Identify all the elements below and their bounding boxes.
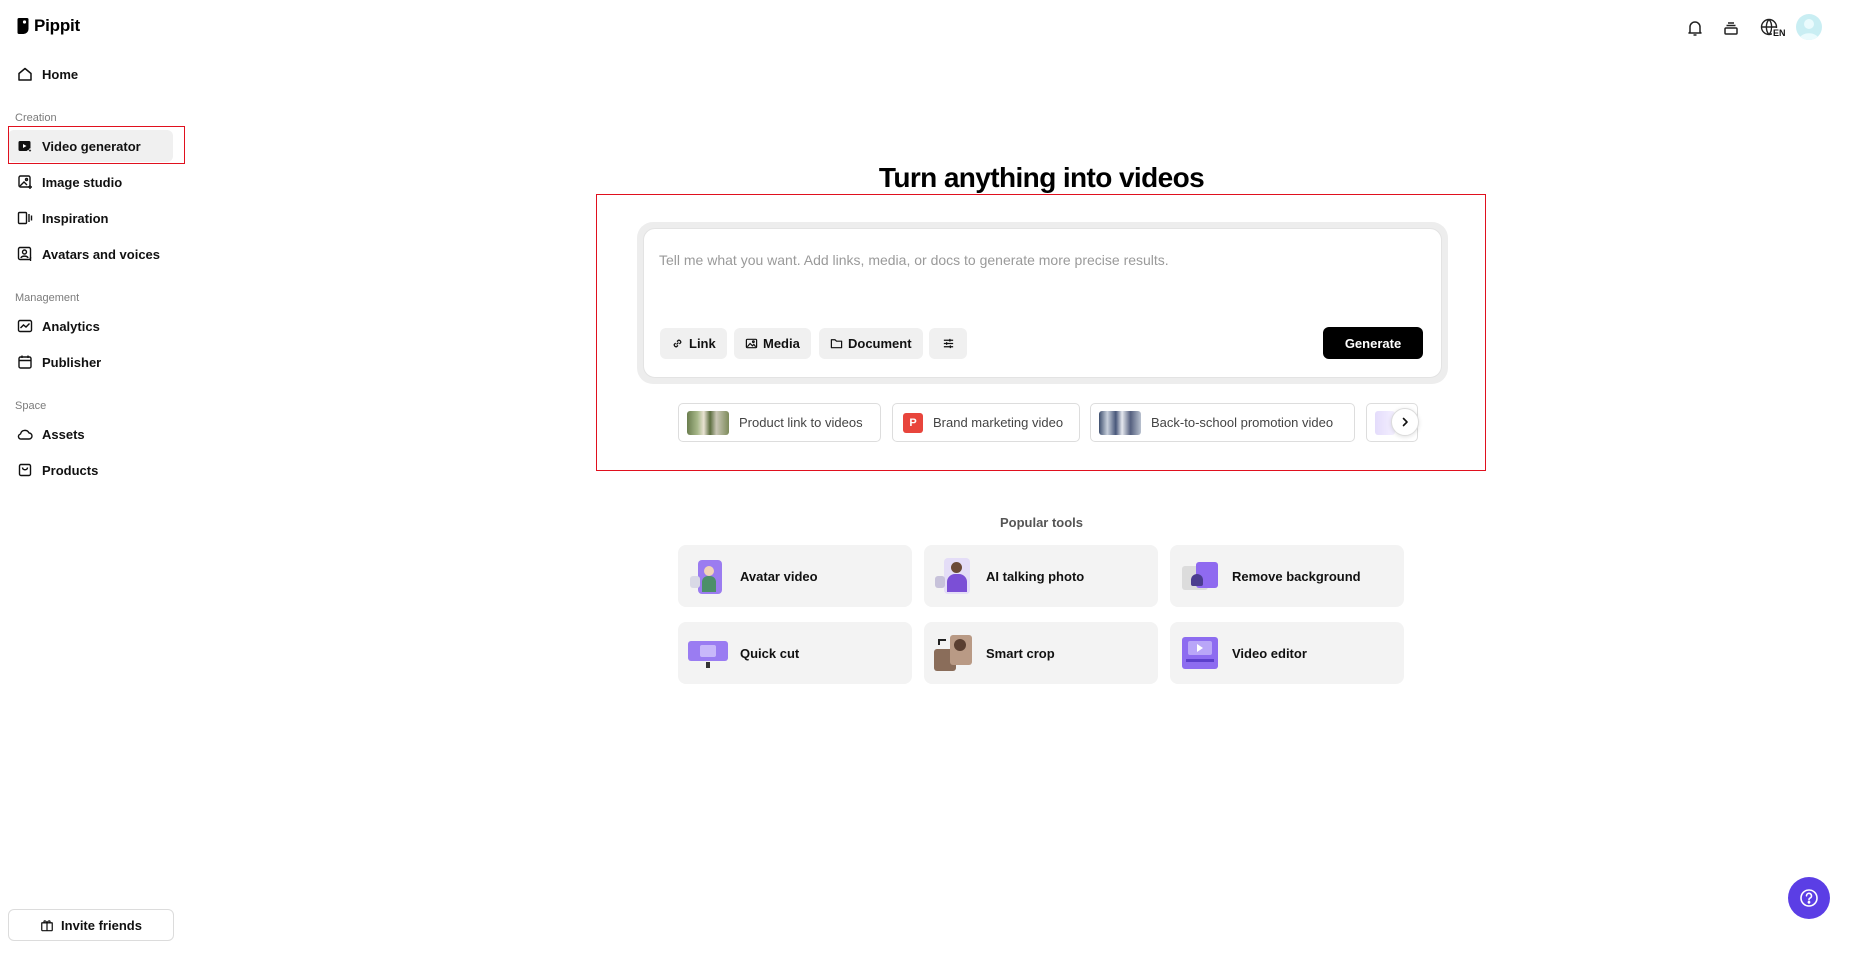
suggestion-thumbnail bbox=[687, 410, 729, 435]
tool-avatar-video[interactable]: Avatar video bbox=[678, 545, 912, 607]
tool-ai-talking-photo[interactable]: AI talking photo bbox=[924, 545, 1158, 607]
sidebar-item-products[interactable]: Products bbox=[8, 454, 173, 486]
sidebar-item-label: Video generator bbox=[42, 138, 141, 154]
prompt-input[interactable] bbox=[659, 248, 1419, 272]
app-root: Pippit Home Creation Video generator Ima… bbox=[0, 0, 1866, 956]
inspiration-icon bbox=[17, 211, 33, 225]
language-label: EN bbox=[1772, 28, 1787, 38]
sidebar-item-label: Assets bbox=[42, 426, 85, 442]
brand-badge: P bbox=[903, 412, 923, 433]
sliders-icon bbox=[943, 338, 953, 349]
sidebar-item-label: Home bbox=[42, 66, 79, 82]
suggestion-label: Product link to videos bbox=[739, 415, 863, 430]
sidebar-item-assets[interactable]: Assets bbox=[8, 418, 173, 450]
suggestion-label: Brand marketing video bbox=[933, 415, 1064, 430]
suggestion-label: Back-to-school promotion video bbox=[1151, 415, 1334, 430]
section-label-creation: Creation bbox=[15, 112, 57, 124]
avatar[interactable] bbox=[1796, 14, 1822, 40]
tool-label: Video editor bbox=[1232, 645, 1307, 661]
quick-cut-icon bbox=[688, 633, 728, 673]
page-title: Turn anything into videos bbox=[878, 162, 1205, 193]
tool-smart-crop[interactable]: Smart crop bbox=[924, 622, 1158, 684]
suggestions-next-button[interactable] bbox=[1391, 408, 1419, 436]
calendar-icon bbox=[18, 355, 32, 369]
sidebar-item-video-generator[interactable]: Video generator bbox=[8, 130, 173, 162]
tool-video-editor[interactable]: Video editor bbox=[1170, 622, 1404, 684]
smart-crop-icon bbox=[934, 633, 974, 673]
sidebar-item-label: Inspiration bbox=[42, 210, 109, 226]
avatar-video-icon bbox=[688, 556, 728, 596]
sidebar-item-label: Avatars and voices bbox=[42, 246, 161, 262]
generate-button[interactable]: Generate bbox=[1323, 327, 1423, 359]
section-label-management: Management bbox=[15, 292, 80, 304]
sidebar-item-publisher[interactable]: Publisher bbox=[8, 346, 173, 378]
image-icon bbox=[745, 338, 758, 349]
brand-logo[interactable]: Pippit bbox=[17, 16, 80, 36]
document-label: Document bbox=[848, 336, 912, 351]
language-button[interactable]: EN bbox=[1755, 14, 1787, 42]
invite-friends-button[interactable]: Invite friends bbox=[8, 909, 174, 941]
video-generator-icon bbox=[18, 141, 33, 154]
folder-icon bbox=[830, 339, 843, 349]
sidebar-item-analytics[interactable]: Analytics bbox=[8, 310, 173, 342]
suggestion-product-link[interactable]: Product link to videos bbox=[678, 403, 881, 442]
notifications-button[interactable] bbox=[1681, 14, 1709, 42]
bell-icon bbox=[1688, 21, 1702, 36]
pippit-logo-icon bbox=[17, 18, 29, 34]
sidebar-item-label: Products bbox=[42, 462, 99, 478]
link-label: Link bbox=[689, 336, 716, 351]
tool-remove-background[interactable]: Remove background bbox=[1170, 545, 1404, 607]
analytics-icon bbox=[17, 319, 33, 333]
sidebar: Pippit Home Creation Video generator Ima… bbox=[0, 0, 186, 956]
user-avatar-icon bbox=[1799, 19, 1819, 40]
sidebar-item-label: Publisher bbox=[42, 354, 102, 370]
suggestion-brand-marketing[interactable]: P Brand marketing video bbox=[892, 403, 1080, 442]
help-button[interactable] bbox=[1788, 877, 1830, 919]
sidebar-item-avatars-voices[interactable]: Avatars and voices bbox=[8, 238, 173, 270]
invite-label: Invite friends bbox=[61, 917, 142, 933]
media-label: Media bbox=[763, 336, 800, 351]
avatars-voices-icon bbox=[17, 246, 32, 261]
cloud-icon bbox=[17, 429, 33, 440]
suggestion-back-to-school[interactable]: Back-to-school promotion video bbox=[1090, 403, 1355, 442]
sidebar-item-label: Analytics bbox=[42, 318, 100, 334]
add-document-button[interactable]: Document bbox=[819, 328, 923, 359]
question-icon bbox=[1800, 889, 1818, 907]
link-icon bbox=[673, 339, 682, 348]
tool-label: Smart crop bbox=[986, 645, 1055, 661]
brand-name: Pippit bbox=[34, 16, 81, 35]
tool-label: Avatar video bbox=[740, 568, 818, 584]
sidebar-item-inspiration[interactable]: Inspiration bbox=[8, 202, 173, 234]
shopping-bag-icon bbox=[18, 463, 32, 477]
suggestion-thumbnail bbox=[1099, 410, 1141, 435]
tool-quick-cut[interactable]: Quick cut bbox=[678, 622, 912, 684]
home-icon bbox=[18, 67, 32, 81]
section-label-space: Space bbox=[15, 400, 47, 412]
add-link-button[interactable]: Link bbox=[660, 328, 727, 359]
video-editor-icon bbox=[1180, 633, 1220, 673]
tool-label: Quick cut bbox=[740, 645, 800, 661]
tool-label: Remove background bbox=[1232, 568, 1361, 584]
sidebar-item-home[interactable]: Home bbox=[8, 58, 173, 90]
settings-button[interactable] bbox=[929, 328, 967, 359]
tool-label: AI talking photo bbox=[986, 568, 1085, 584]
gift-icon bbox=[41, 920, 53, 932]
subscription-button[interactable] bbox=[1717, 14, 1745, 42]
popular-tools-title: Popular tools bbox=[999, 515, 1084, 530]
add-media-button[interactable]: Media bbox=[734, 328, 811, 359]
ai-talking-photo-icon bbox=[934, 556, 974, 596]
chevron-right-icon bbox=[1402, 417, 1408, 427]
stack-icon bbox=[1724, 22, 1738, 35]
remove-background-icon bbox=[1180, 556, 1220, 596]
